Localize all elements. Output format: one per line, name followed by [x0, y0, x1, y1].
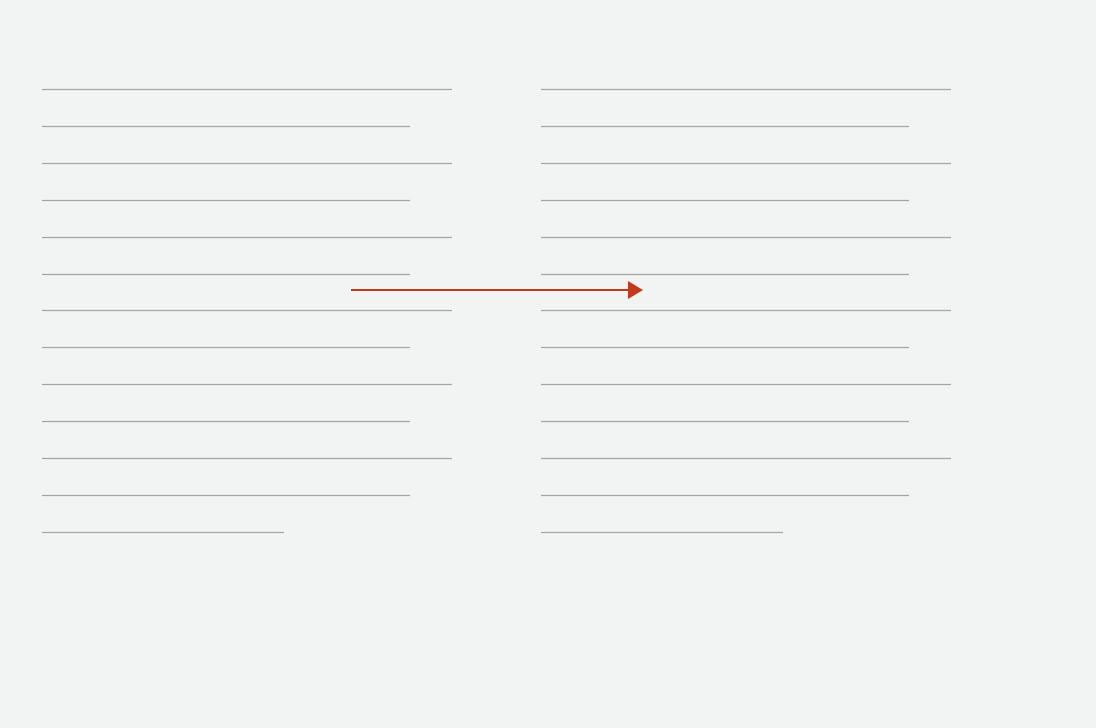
arrow-head-icon	[628, 281, 643, 299]
transfer-diagram	[42, 88, 951, 534]
left-text-column	[42, 88, 452, 534]
right-text-column	[541, 88, 951, 534]
transfer-arrow	[351, 281, 643, 299]
